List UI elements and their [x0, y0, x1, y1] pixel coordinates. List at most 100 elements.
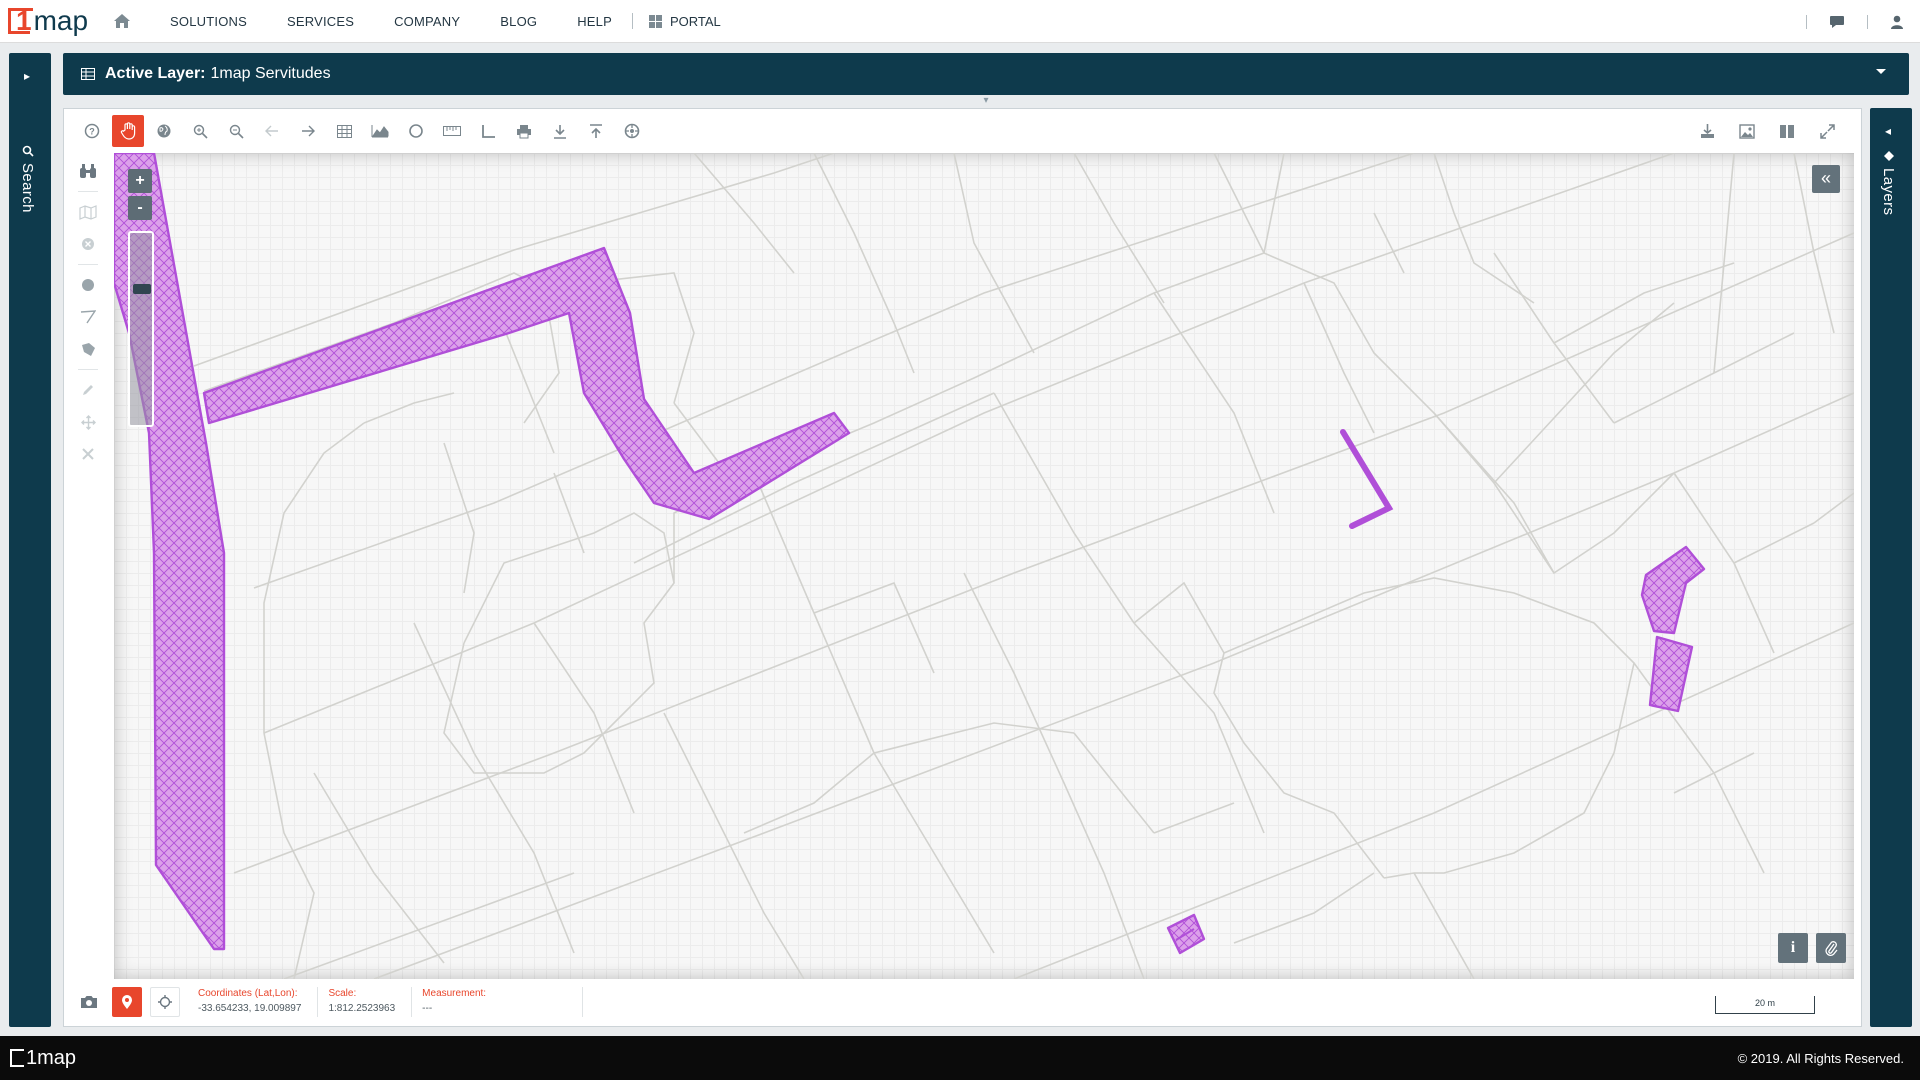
search-tab-label-wrap: Search	[19, 145, 36, 213]
binoculars-icon[interactable]	[74, 155, 102, 187]
pan-hand-icon[interactable]	[112, 115, 144, 147]
map-icon[interactable]	[74, 196, 102, 228]
top-right-controls	[1806, 0, 1904, 43]
camera-icon	[81, 995, 97, 1008]
coordinates-label: Coordinates (Lat,Lon):	[198, 987, 298, 999]
download-icon[interactable]	[544, 115, 576, 147]
expand-right-icon: ▸	[24, 69, 31, 83]
circle-draw-icon[interactable]	[74, 269, 102, 301]
active-layer-bar[interactable]: Active Layer: 1map Servitudes	[63, 53, 1909, 95]
divider	[78, 264, 98, 265]
zoom-slider-handle[interactable]	[133, 284, 151, 294]
search-icon	[22, 145, 34, 157]
scale-value: 1:812.2523963	[328, 1002, 396, 1014]
collapse-layer-bar-icon[interactable]: ▾	[976, 96, 996, 106]
map-canvas[interactable]: + - « i	[114, 153, 1854, 979]
polygon-draw-icon[interactable]	[74, 333, 102, 365]
print-icon[interactable]	[508, 115, 540, 147]
ruler-icon[interactable]	[436, 115, 468, 147]
footer: 1map © 2019. All Rights Reserved.	[0, 1036, 1920, 1080]
cadastral-parcels	[114, 153, 1854, 979]
collapse-panel-button[interactable]: «	[1812, 165, 1840, 193]
search-tab-label: Search	[19, 163, 36, 213]
attachment-button[interactable]	[1816, 933, 1846, 963]
move-icon[interactable]	[74, 406, 102, 438]
location-pin-button[interactable]	[112, 986, 142, 1017]
globe-icon[interactable]	[148, 115, 180, 147]
image-icon[interactable]	[1731, 115, 1763, 147]
active-layer-value: 1map Servitudes	[210, 65, 331, 82]
upload-icon[interactable]	[580, 115, 612, 147]
edit-pencil-icon[interactable]	[74, 374, 102, 406]
layers-icon	[1883, 150, 1895, 162]
table-icon	[81, 68, 95, 80]
locate-me-button[interactable]	[150, 986, 180, 1017]
logo-bracket-icon	[10, 1049, 24, 1067]
chart-icon[interactable]	[364, 115, 396, 147]
fullscreen-icon[interactable]	[1811, 115, 1843, 147]
user-icon[interactable]	[1890, 15, 1904, 29]
settings-wheel-icon[interactable]	[616, 115, 648, 147]
scale-bar: 20 m	[1715, 996, 1815, 1014]
nav-portal[interactable]: PORTAL	[633, 14, 721, 29]
layers-panel-tab[interactable]: ◂ Layers	[1870, 108, 1912, 1027]
divider	[1867, 14, 1868, 29]
home-icon[interactable]	[112, 11, 132, 31]
zoom-out-icon[interactable]	[220, 115, 252, 147]
divider	[78, 369, 98, 370]
info-label: i	[1790, 939, 1796, 956]
chat-icon[interactable]	[1829, 15, 1845, 29]
table-icon[interactable]	[328, 115, 360, 147]
measurement-readout: Measurement: ---	[422, 986, 584, 1017]
svg-text:?: ?	[89, 127, 95, 137]
polyline-draw-icon[interactable]	[74, 301, 102, 333]
back-arrow-icon[interactable]	[256, 115, 288, 147]
measurement-label: Measurement:	[422, 987, 487, 999]
drawing-tools	[74, 155, 102, 470]
chevron-down-icon[interactable]	[1875, 68, 1887, 76]
coordinates-value: -33.654233, 19.009897	[198, 1002, 302, 1014]
layers-tab-label: Layers	[1880, 168, 1897, 216]
split-view-icon[interactable]	[1771, 115, 1803, 147]
paperclip-icon	[1825, 941, 1838, 956]
nav-company[interactable]: COMPANY	[374, 0, 480, 43]
layers-tab-label-wrap: Layers	[1880, 150, 1897, 215]
map-frame: ? + - « i Coordinates (Lat,Lon): -33.654…	[63, 108, 1862, 1027]
expand-left-icon: ◂	[1885, 124, 1892, 138]
camera-button[interactable]	[74, 987, 104, 1017]
footer-logo[interactable]: 1map	[10, 1047, 76, 1070]
status-bar: Coordinates (Lat,Lon): -33.654233, 19.00…	[64, 977, 1861, 1026]
crosshair-icon	[158, 994, 172, 1009]
zoom-out-button[interactable]: -	[128, 196, 152, 220]
clear-icon[interactable]	[74, 228, 102, 260]
scale-readout: Scale: 1:812.2523963	[328, 986, 413, 1017]
nav-services[interactable]: SERVICES	[267, 0, 374, 43]
forward-arrow-icon[interactable]	[292, 115, 324, 147]
angle-icon[interactable]	[472, 115, 504, 147]
info-button[interactable]: i	[1778, 933, 1808, 963]
location-pin-icon	[122, 994, 132, 1009]
brand-logo[interactable]: 1 map	[8, 0, 88, 43]
logo-bracket-icon	[8, 8, 33, 34]
scale-label: Scale:	[328, 987, 357, 999]
active-layer-label: Active Layer:	[105, 65, 206, 82]
measurement-value: ---	[422, 1002, 433, 1014]
help-icon[interactable]: ?	[76, 115, 108, 147]
toolbar-right-group	[1691, 115, 1847, 147]
export-icon[interactable]	[1691, 115, 1723, 147]
zoom-slider[interactable]	[128, 231, 154, 427]
copyright-text: © 2019. All Rights Reserved.	[1737, 1050, 1904, 1066]
circle-icon[interactable]	[400, 115, 432, 147]
search-panel-tab[interactable]: ▸ Search	[9, 53, 51, 1027]
nav-solutions[interactable]: SOLUTIONS	[150, 0, 267, 43]
nav-blog[interactable]: BLOG	[480, 0, 557, 43]
nav-help[interactable]: HELP	[557, 0, 632, 43]
zoom-in-icon[interactable]	[184, 115, 216, 147]
portal-label: PORTAL	[669, 13, 721, 29]
divider	[1806, 14, 1807, 29]
coordinates-readout: Coordinates (Lat,Lon): -33.654233, 19.00…	[198, 986, 319, 1017]
delete-icon[interactable]	[74, 438, 102, 470]
divider	[78, 191, 98, 192]
logo-text: map	[33, 5, 89, 36]
zoom-in-button[interactable]: +	[128, 169, 152, 193]
